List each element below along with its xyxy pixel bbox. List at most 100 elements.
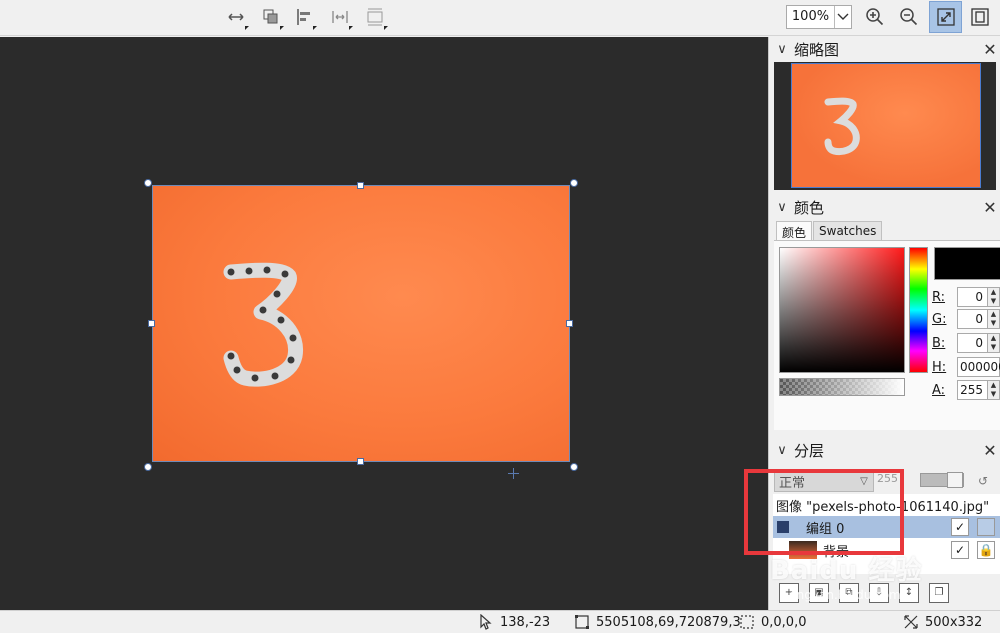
transform-handle-bottom-left[interactable] bbox=[144, 463, 152, 471]
opacity-slider[interactable] bbox=[920, 472, 964, 488]
alpha-label: A: bbox=[932, 382, 946, 398]
top-toolbar: 100% bbox=[0, 0, 1000, 36]
thumbnail-image bbox=[791, 63, 981, 188]
pointer-icon bbox=[480, 614, 492, 630]
visibility-checkbox[interactable]: ✓ bbox=[951, 518, 969, 536]
blue-input[interactable]: 0 bbox=[957, 333, 988, 353]
thumbnail-panel-title: 缩略图 bbox=[794, 40, 840, 59]
distribute-button[interactable] bbox=[326, 4, 354, 30]
color-panel-title: 颜色 bbox=[794, 198, 825, 217]
lock-checkbox[interactable] bbox=[977, 518, 995, 536]
arrange-layers-icon bbox=[263, 9, 278, 24]
dropdown-corner-icon bbox=[280, 26, 284, 30]
transform-handle-top-left[interactable] bbox=[144, 179, 152, 187]
selection-coords: 5505108,69,720879,3 bbox=[596, 614, 741, 630]
hex-label: H: bbox=[932, 359, 947, 375]
zoom-out-button[interactable] bbox=[895, 4, 923, 30]
resize-icon bbox=[904, 615, 918, 629]
blue-channel: B: 0 ▲ ▼ bbox=[932, 333, 1000, 353]
alpha-slider[interactable] bbox=[779, 378, 905, 396]
current-color-swatch bbox=[934, 247, 1000, 280]
hue-slider[interactable] bbox=[909, 247, 928, 373]
thumbnail-panel-header[interactable]: ∨ 缩略图 ✕ bbox=[773, 37, 1000, 61]
align-left-button[interactable] bbox=[290, 4, 318, 30]
alpha-spinner[interactable]: ▲ ▼ bbox=[988, 380, 1000, 400]
image-size-info: 500x332 bbox=[903, 614, 982, 630]
lock-icon[interactable]: 🔒 bbox=[977, 541, 995, 559]
close-icon[interactable]: ✕ bbox=[979, 40, 1000, 59]
baidu-watermark-url: jingyan.baidu.com bbox=[790, 588, 901, 602]
visibility-checkbox[interactable]: ✓ bbox=[951, 541, 969, 559]
tab-color[interactable]: 颜色 bbox=[776, 221, 813, 241]
arrange-button[interactable] bbox=[257, 4, 285, 30]
close-icon[interactable]: ✕ bbox=[979, 441, 1000, 460]
center-crosshair-icon bbox=[508, 468, 519, 479]
zoom-in-button[interactable] bbox=[861, 4, 889, 30]
selection-rect-icon bbox=[575, 615, 589, 629]
dropdown-corner-icon bbox=[245, 26, 249, 30]
zoom-out-icon bbox=[900, 8, 918, 26]
zoom-in-icon bbox=[866, 8, 884, 26]
page-size-icon bbox=[367, 8, 383, 26]
red-spinner[interactable]: ▲ ▼ bbox=[988, 287, 1000, 307]
hex-input[interactable]: 000000 bbox=[957, 357, 1000, 377]
transform-handle-top-right[interactable] bbox=[570, 179, 578, 187]
image-size: 500x332 bbox=[925, 614, 983, 630]
cursor-coords: 138,-23 bbox=[500, 614, 551, 630]
horizontal-arrows-icon bbox=[228, 13, 244, 21]
opacity-slider-knob[interactable] bbox=[947, 472, 963, 488]
chevron-down-icon[interactable] bbox=[834, 6, 851, 28]
tab-swatches[interactable]: Swatches bbox=[813, 221, 883, 241]
reset-icon[interactable]: ↺ bbox=[978, 474, 988, 488]
actual-size-icon bbox=[971, 8, 989, 26]
transform-handle-left[interactable] bbox=[148, 320, 155, 327]
red-label: R: bbox=[932, 289, 946, 305]
cursor-position: 138,-23 bbox=[478, 614, 550, 630]
orange-image[interactable] bbox=[152, 185, 570, 479]
chevron-down-icon[interactable]: ∨ bbox=[773, 200, 791, 215]
zoom-combo[interactable]: 100% bbox=[786, 5, 852, 29]
color-picker: R: 0 ▲▼ G: 0 ▲▼ B: 0 ▲▼ H: 000000 A: 255… bbox=[774, 240, 1000, 430]
page-size-button[interactable] bbox=[361, 4, 389, 30]
fit-to-window-button[interactable] bbox=[929, 1, 962, 33]
red-channel: R: 0 ▲ ▼ bbox=[932, 287, 1000, 307]
layers-panel-header[interactable]: ∨ 分层 ✕ bbox=[773, 438, 1000, 462]
baidu-watermark: Baidu 经验 bbox=[770, 556, 923, 586]
zoom-value[interactable]: 100% bbox=[787, 6, 834, 28]
actual-size-button[interactable] bbox=[966, 4, 994, 30]
green-input[interactable]: 0 bbox=[957, 309, 988, 329]
thumbnail-chain-image bbox=[824, 97, 860, 156]
distribute-horizontal-icon bbox=[332, 11, 348, 23]
blue-spinner[interactable]: ▲ ▼ bbox=[988, 333, 1000, 353]
bike-chain-number-three-image bbox=[223, 262, 304, 387]
thumbnail-view[interactable] bbox=[774, 62, 996, 190]
dashed-rect-icon bbox=[740, 615, 754, 629]
dropdown-corner-icon bbox=[349, 26, 353, 30]
green-channel: G: 0 ▲ ▼ bbox=[932, 309, 1000, 329]
drawing-canvas[interactable] bbox=[0, 37, 768, 610]
color-panel-header[interactable]: ∨ 颜色 ✕ bbox=[773, 195, 1000, 219]
transform-handle-right[interactable] bbox=[566, 320, 573, 327]
saturation-value-square[interactable] bbox=[779, 247, 905, 373]
flip-horizontal-button[interactable] bbox=[222, 4, 250, 30]
annotation-highlight-box bbox=[744, 469, 904, 555]
green-spinner[interactable]: ▲ ▼ bbox=[988, 309, 1000, 329]
layers-panel-title: 分层 bbox=[794, 441, 825, 460]
dropdown-corner-icon bbox=[384, 26, 388, 30]
rect-info: 0,0,0,0 bbox=[739, 614, 806, 630]
transform-handle-top[interactable] bbox=[357, 182, 364, 189]
close-icon[interactable]: ✕ bbox=[979, 198, 1000, 217]
copy-layer-icon[interactable]: ❐ bbox=[929, 583, 949, 603]
chevron-down-icon[interactable]: ∨ bbox=[773, 443, 791, 458]
alpha-input[interactable]: 255 bbox=[957, 380, 988, 400]
transform-handle-bottom[interactable] bbox=[357, 458, 364, 465]
blue-label: B: bbox=[932, 335, 946, 351]
selection-info: 5505108,69,720879,3 bbox=[574, 614, 741, 630]
dropdown-corner-icon bbox=[313, 26, 317, 30]
rect-coords: 0,0,0,0 bbox=[761, 614, 807, 630]
fit-window-icon bbox=[936, 8, 955, 26]
transform-handle-bottom-right[interactable] bbox=[570, 463, 578, 471]
red-input[interactable]: 0 bbox=[957, 287, 988, 307]
chevron-down-icon[interactable]: ∨ bbox=[773, 42, 791, 57]
alpha-channel: A: 255 ▲ ▼ bbox=[932, 380, 1000, 400]
